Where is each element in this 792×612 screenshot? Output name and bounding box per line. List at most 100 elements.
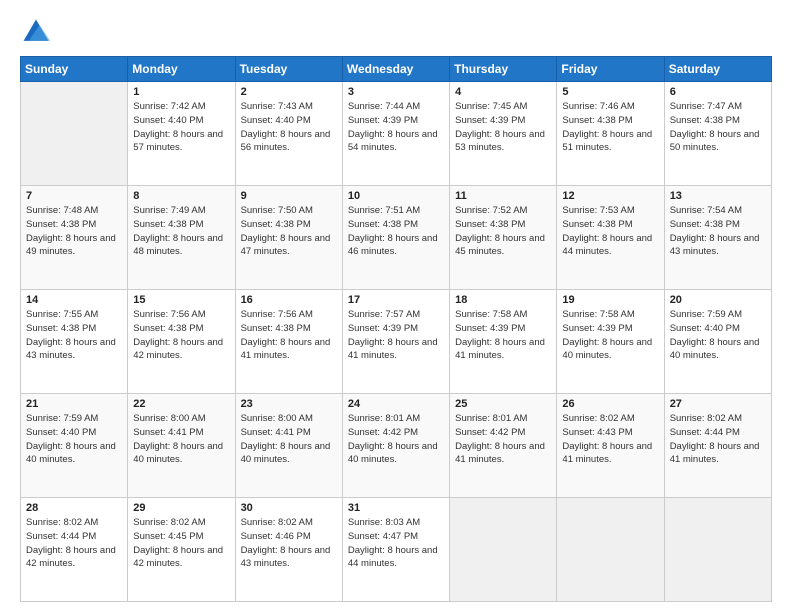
day-info: Sunrise: 8:03 AMSunset: 4:47 PMDaylight:… [348, 517, 438, 569]
logo [20, 16, 56, 48]
day-info: Sunrise: 7:54 AMSunset: 4:38 PMDaylight:… [670, 205, 760, 257]
calendar-week-2: 14 Sunrise: 7:55 AMSunset: 4:38 PMDaylig… [21, 290, 772, 394]
day-number: 6 [670, 86, 766, 98]
day-number: 28 [26, 502, 122, 514]
day-number: 31 [348, 502, 444, 514]
calendar-header-friday: Friday [557, 57, 664, 82]
day-info: Sunrise: 7:49 AMSunset: 4:38 PMDaylight:… [133, 205, 223, 257]
page: SundayMondayTuesdayWednesdayThursdayFrid… [0, 0, 792, 612]
day-info: Sunrise: 8:01 AMSunset: 4:42 PMDaylight:… [348, 413, 438, 465]
day-number: 1 [133, 86, 229, 98]
day-number: 13 [670, 190, 766, 202]
day-number: 8 [133, 190, 229, 202]
day-info: Sunrise: 8:00 AMSunset: 4:41 PMDaylight:… [133, 413, 223, 465]
calendar-cell [664, 498, 771, 602]
header [20, 16, 772, 48]
day-number: 2 [241, 86, 337, 98]
calendar-header-thursday: Thursday [450, 57, 557, 82]
day-info: Sunrise: 8:02 AMSunset: 4:45 PMDaylight:… [133, 517, 223, 569]
calendar-cell: 18 Sunrise: 7:58 AMSunset: 4:39 PMDaylig… [450, 290, 557, 394]
day-number: 27 [670, 398, 766, 410]
day-info: Sunrise: 8:02 AMSunset: 4:44 PMDaylight:… [670, 413, 760, 465]
day-number: 29 [133, 502, 229, 514]
day-number: 7 [26, 190, 122, 202]
calendar-cell: 9 Sunrise: 7:50 AMSunset: 4:38 PMDayligh… [235, 186, 342, 290]
calendar-cell: 11 Sunrise: 7:52 AMSunset: 4:38 PMDaylig… [450, 186, 557, 290]
calendar-cell: 3 Sunrise: 7:44 AMSunset: 4:39 PMDayligh… [342, 82, 449, 186]
calendar-cell: 23 Sunrise: 8:00 AMSunset: 4:41 PMDaylig… [235, 394, 342, 498]
day-number: 4 [455, 86, 551, 98]
day-number: 5 [562, 86, 658, 98]
calendar-week-4: 28 Sunrise: 8:02 AMSunset: 4:44 PMDaylig… [21, 498, 772, 602]
calendar-cell: 26 Sunrise: 8:02 AMSunset: 4:43 PMDaylig… [557, 394, 664, 498]
day-number: 30 [241, 502, 337, 514]
calendar-header-tuesday: Tuesday [235, 57, 342, 82]
day-number: 22 [133, 398, 229, 410]
calendar-cell: 24 Sunrise: 8:01 AMSunset: 4:42 PMDaylig… [342, 394, 449, 498]
day-info: Sunrise: 7:44 AMSunset: 4:39 PMDaylight:… [348, 101, 438, 153]
day-info: Sunrise: 7:52 AMSunset: 4:38 PMDaylight:… [455, 205, 545, 257]
day-info: Sunrise: 7:55 AMSunset: 4:38 PMDaylight:… [26, 309, 116, 361]
calendar-cell [557, 498, 664, 602]
day-info: Sunrise: 7:42 AMSunset: 4:40 PMDaylight:… [133, 101, 223, 153]
calendar-cell: 7 Sunrise: 7:48 AMSunset: 4:38 PMDayligh… [21, 186, 128, 290]
calendar-cell: 21 Sunrise: 7:59 AMSunset: 4:40 PMDaylig… [21, 394, 128, 498]
day-number: 24 [348, 398, 444, 410]
day-info: Sunrise: 8:01 AMSunset: 4:42 PMDaylight:… [455, 413, 545, 465]
calendar-week-3: 21 Sunrise: 7:59 AMSunset: 4:40 PMDaylig… [21, 394, 772, 498]
day-number: 26 [562, 398, 658, 410]
calendar-cell: 10 Sunrise: 7:51 AMSunset: 4:38 PMDaylig… [342, 186, 449, 290]
day-info: Sunrise: 8:02 AMSunset: 4:46 PMDaylight:… [241, 517, 331, 569]
day-info: Sunrise: 7:48 AMSunset: 4:38 PMDaylight:… [26, 205, 116, 257]
calendar-cell: 22 Sunrise: 8:00 AMSunset: 4:41 PMDaylig… [128, 394, 235, 498]
day-number: 17 [348, 294, 444, 306]
day-info: Sunrise: 7:43 AMSunset: 4:40 PMDaylight:… [241, 101, 331, 153]
day-info: Sunrise: 7:58 AMSunset: 4:39 PMDaylight:… [562, 309, 652, 361]
calendar-header-saturday: Saturday [664, 57, 771, 82]
calendar-week-1: 7 Sunrise: 7:48 AMSunset: 4:38 PMDayligh… [21, 186, 772, 290]
calendar-cell [21, 82, 128, 186]
day-info: Sunrise: 7:59 AMSunset: 4:40 PMDaylight:… [26, 413, 116, 465]
day-info: Sunrise: 8:00 AMSunset: 4:41 PMDaylight:… [241, 413, 331, 465]
day-info: Sunrise: 7:47 AMSunset: 4:38 PMDaylight:… [670, 101, 760, 153]
calendar-header-row: SundayMondayTuesdayWednesdayThursdayFrid… [21, 57, 772, 82]
day-number: 23 [241, 398, 337, 410]
day-info: Sunrise: 8:02 AMSunset: 4:44 PMDaylight:… [26, 517, 116, 569]
calendar-cell: 30 Sunrise: 8:02 AMSunset: 4:46 PMDaylig… [235, 498, 342, 602]
calendar-cell: 12 Sunrise: 7:53 AMSunset: 4:38 PMDaylig… [557, 186, 664, 290]
day-info: Sunrise: 7:53 AMSunset: 4:38 PMDaylight:… [562, 205, 652, 257]
day-number: 11 [455, 190, 551, 202]
calendar-cell: 6 Sunrise: 7:47 AMSunset: 4:38 PMDayligh… [664, 82, 771, 186]
calendar-cell: 17 Sunrise: 7:57 AMSunset: 4:39 PMDaylig… [342, 290, 449, 394]
day-number: 19 [562, 294, 658, 306]
calendar-header-sunday: Sunday [21, 57, 128, 82]
calendar-cell: 5 Sunrise: 7:46 AMSunset: 4:38 PMDayligh… [557, 82, 664, 186]
calendar-cell: 2 Sunrise: 7:43 AMSunset: 4:40 PMDayligh… [235, 82, 342, 186]
day-number: 15 [133, 294, 229, 306]
logo-icon [20, 16, 52, 48]
calendar-week-0: 1 Sunrise: 7:42 AMSunset: 4:40 PMDayligh… [21, 82, 772, 186]
day-info: Sunrise: 8:02 AMSunset: 4:43 PMDaylight:… [562, 413, 652, 465]
calendar-cell: 28 Sunrise: 8:02 AMSunset: 4:44 PMDaylig… [21, 498, 128, 602]
day-info: Sunrise: 7:51 AMSunset: 4:38 PMDaylight:… [348, 205, 438, 257]
day-number: 25 [455, 398, 551, 410]
day-info: Sunrise: 7:59 AMSunset: 4:40 PMDaylight:… [670, 309, 760, 361]
calendar-cell: 20 Sunrise: 7:59 AMSunset: 4:40 PMDaylig… [664, 290, 771, 394]
day-info: Sunrise: 7:57 AMSunset: 4:39 PMDaylight:… [348, 309, 438, 361]
calendar-header-monday: Monday [128, 57, 235, 82]
day-number: 3 [348, 86, 444, 98]
day-info: Sunrise: 7:50 AMSunset: 4:38 PMDaylight:… [241, 205, 331, 257]
day-number: 10 [348, 190, 444, 202]
calendar-cell: 25 Sunrise: 8:01 AMSunset: 4:42 PMDaylig… [450, 394, 557, 498]
day-number: 16 [241, 294, 337, 306]
calendar-cell: 1 Sunrise: 7:42 AMSunset: 4:40 PMDayligh… [128, 82, 235, 186]
calendar-cell [450, 498, 557, 602]
calendar-cell: 14 Sunrise: 7:55 AMSunset: 4:38 PMDaylig… [21, 290, 128, 394]
calendar-cell: 16 Sunrise: 7:56 AMSunset: 4:38 PMDaylig… [235, 290, 342, 394]
day-number: 20 [670, 294, 766, 306]
day-info: Sunrise: 7:46 AMSunset: 4:38 PMDaylight:… [562, 101, 652, 153]
day-info: Sunrise: 7:58 AMSunset: 4:39 PMDaylight:… [455, 309, 545, 361]
calendar-cell: 19 Sunrise: 7:58 AMSunset: 4:39 PMDaylig… [557, 290, 664, 394]
day-number: 9 [241, 190, 337, 202]
day-info: Sunrise: 7:56 AMSunset: 4:38 PMDaylight:… [133, 309, 223, 361]
